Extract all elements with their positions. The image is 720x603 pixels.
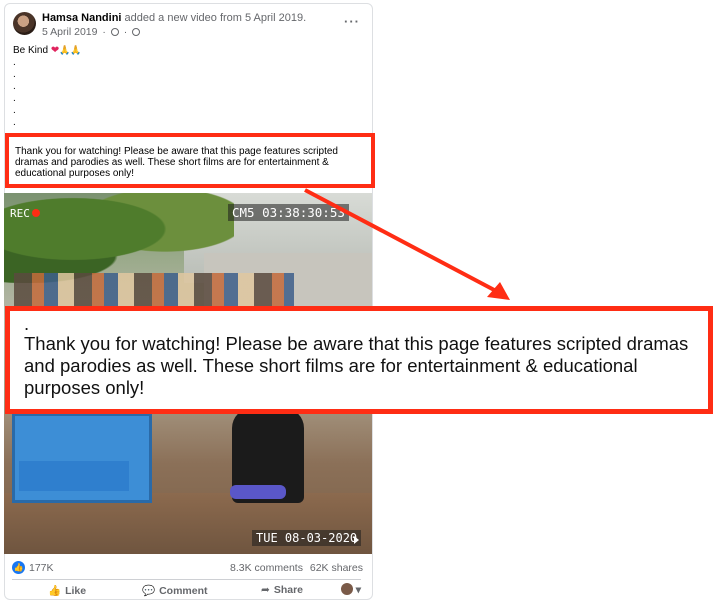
share-label: Share bbox=[273, 584, 303, 596]
actions-divider bbox=[12, 579, 361, 580]
comment-icon: 💬 bbox=[142, 585, 156, 597]
arrow-head-icon bbox=[487, 282, 510, 300]
callout-dot: . bbox=[24, 313, 30, 334]
post-actions: 👍 Like 💬 Comment ➦ Share ▾ bbox=[4, 581, 373, 599]
thumbs-up-icon: 👍 bbox=[48, 585, 62, 597]
like-label: Like bbox=[65, 585, 87, 597]
audience-selector[interactable]: ▾ bbox=[340, 583, 361, 596]
share-button[interactable]: ➦ Share bbox=[261, 584, 303, 596]
chevron-down-icon: ▾ bbox=[352, 584, 361, 596]
reaction-count[interactable]: 177K bbox=[29, 562, 54, 574]
zoomed-disclaimer-callout: . Thank you for watching! Please be awar… bbox=[5, 306, 713, 414]
share-icon: ➦ bbox=[261, 584, 270, 596]
comment-label: Comment bbox=[159, 585, 208, 597]
audience-avatar-icon bbox=[340, 583, 353, 595]
engagement-stats: 👍 177K 8.3K comments 62K shares bbox=[4, 558, 373, 578]
comment-share-counts: 8.3K comments 62K shares bbox=[230, 562, 363, 574]
arrow-line bbox=[304, 188, 499, 294]
comment-button[interactable]: 💬 Comment bbox=[142, 584, 208, 597]
comment-count[interactable]: 8.3K comments bbox=[230, 562, 303, 574]
callout-text: Thank you for watching! Please be aware … bbox=[24, 333, 689, 398]
share-count[interactable]: 62K shares bbox=[310, 562, 363, 574]
like-button[interactable]: 👍 Like bbox=[48, 584, 86, 597]
like-reaction-icon: 👍 bbox=[12, 561, 25, 574]
callout-arrow bbox=[304, 188, 510, 300]
